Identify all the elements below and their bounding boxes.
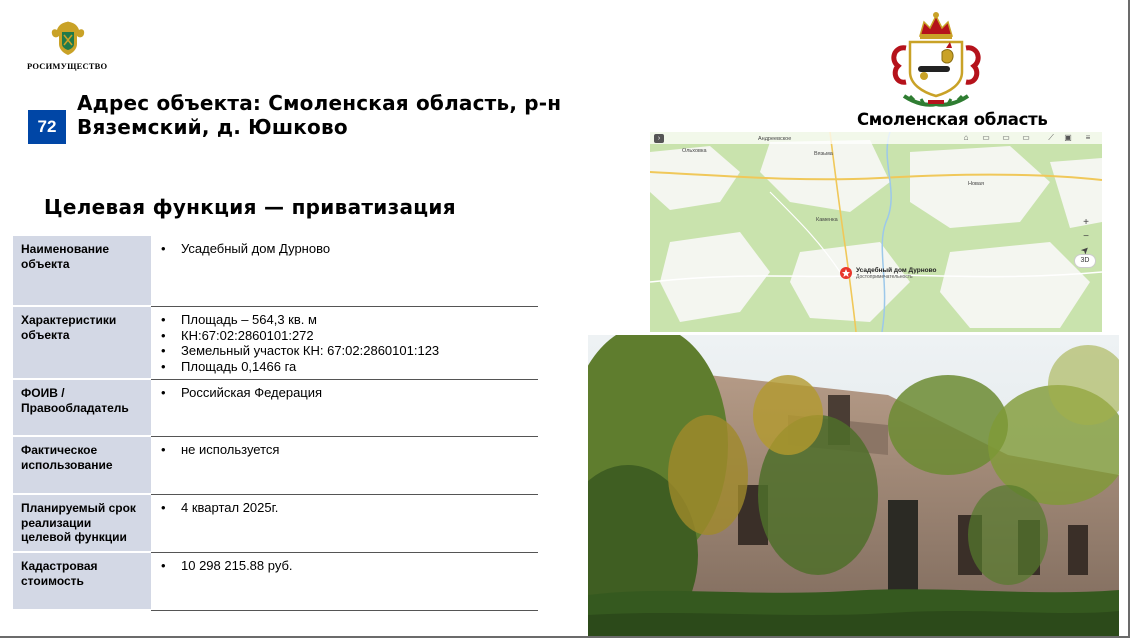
table-row: Кадастровая стоимость 10 298 215.88 руб. [13, 553, 538, 611]
object-info-table: Наименование объекта Усадебный дом Дурно… [13, 236, 538, 611]
org-name: РОСИМУЩЕСТВО [27, 61, 108, 71]
map-town-label: Андреевское [758, 136, 792, 142]
row-value: Площадь – 564,3 кв. м КН:67:02:2860101:2… [151, 307, 538, 380]
row-value: 4 квартал 2025г. [151, 495, 538, 553]
table-row: Характеристики объекта Площадь – 564,3 к… [13, 307, 538, 380]
item-number-badge: 72 [28, 110, 66, 144]
table-row: ФОИВ / Правообладатель Российская Федера… [13, 380, 538, 437]
map-tool-icon[interactable]: ▭ [980, 133, 992, 143]
rosimushchestvo-emblem-icon [51, 21, 85, 55]
3d-toggle-button[interactable]: 3D [1074, 254, 1096, 268]
value-item: КН:67:02:2860101:272 [161, 328, 530, 344]
slide: РОСИМУЩЕСТВО 72 Адрес объекта: Смоленска… [0, 0, 1130, 638]
value-item: Усадебный дом Дурново [161, 241, 530, 257]
map-layers-icon[interactable]: ≡ [1082, 133, 1094, 143]
row-label: Кадастровая стоимость [13, 553, 151, 611]
location-map[interactable]: › ⌂ ▭ ▭ ▭ ⟋ ▣ ≡ Вязьма Андреевское Ольхо… [650, 132, 1102, 332]
map-town-label: Ольховка [682, 148, 707, 154]
row-label: ФОИВ / Правообладатель [13, 380, 151, 437]
map-tool-icon[interactable]: ⌂ [960, 133, 972, 143]
row-label: Фактическое использование [13, 437, 151, 495]
map-town-label: Вязьма [814, 151, 833, 157]
value-item: Площадь 0,1466 га [161, 359, 530, 375]
value-item: Земельный участок КН: 67:02:2860101:123 [161, 343, 530, 359]
zoom-in-button[interactable]: + [1078, 216, 1094, 230]
map-tool-icon[interactable]: ▭ [1000, 133, 1012, 143]
map-tool-icon[interactable]: ▭ [1020, 133, 1032, 143]
row-value: Усадебный дом Дурново [151, 236, 538, 307]
table-row: Планируемый срок реализации целевой функ… [13, 495, 538, 553]
poi-label[interactable]: Усадебный дом Дурново [856, 267, 937, 274]
row-value: Российская Федерация [151, 380, 538, 437]
value-item: не используется [161, 442, 530, 458]
manor-photo [588, 335, 1119, 636]
zoom-controls: + − ➤ [1078, 216, 1094, 258]
map-town-label: Новая [968, 181, 984, 187]
table-row: Наименование объекта Усадебный дом Дурно… [13, 236, 538, 307]
map-canvas [650, 132, 1102, 332]
page-subtitle: Целевая функция — приватизация [44, 195, 456, 219]
title-line-1: Адрес объекта: Смоленская область, р-н [77, 91, 562, 115]
map-town-label: Каменка [816, 217, 838, 223]
row-label: Характеристики объекта [13, 307, 151, 380]
map-toolbar [650, 132, 1102, 144]
map-tool-icon[interactable]: ▣ [1062, 133, 1074, 143]
title-line-2: Вяземский, д. Юшково [77, 115, 348, 139]
map-menu-button[interactable]: › [654, 134, 664, 143]
value-item: Площадь – 564,3 кв. м [161, 312, 530, 328]
region-name: Смоленская область [857, 110, 1048, 129]
value-item: 4 квартал 2025г. [161, 500, 530, 516]
row-label: Планируемый срок реализации целевой функ… [13, 495, 151, 553]
poi-sublabel: Достопримечательность [856, 274, 913, 280]
row-label: Наименование объекта [13, 236, 151, 307]
map-ruler-icon[interactable]: ⟋ [1045, 133, 1057, 143]
row-value: 10 298 215.88 руб. [151, 553, 538, 611]
row-value: не используется [151, 437, 538, 495]
page-title: Адрес объекта: Смоленская область, р-н В… [77, 91, 597, 139]
value-item: Российская Федерация [161, 385, 530, 401]
smolensk-coat-of-arms-icon [891, 12, 981, 107]
value-item: 10 298 215.88 руб. [161, 558, 530, 574]
table-row: Фактическое использование не используетс… [13, 437, 538, 495]
